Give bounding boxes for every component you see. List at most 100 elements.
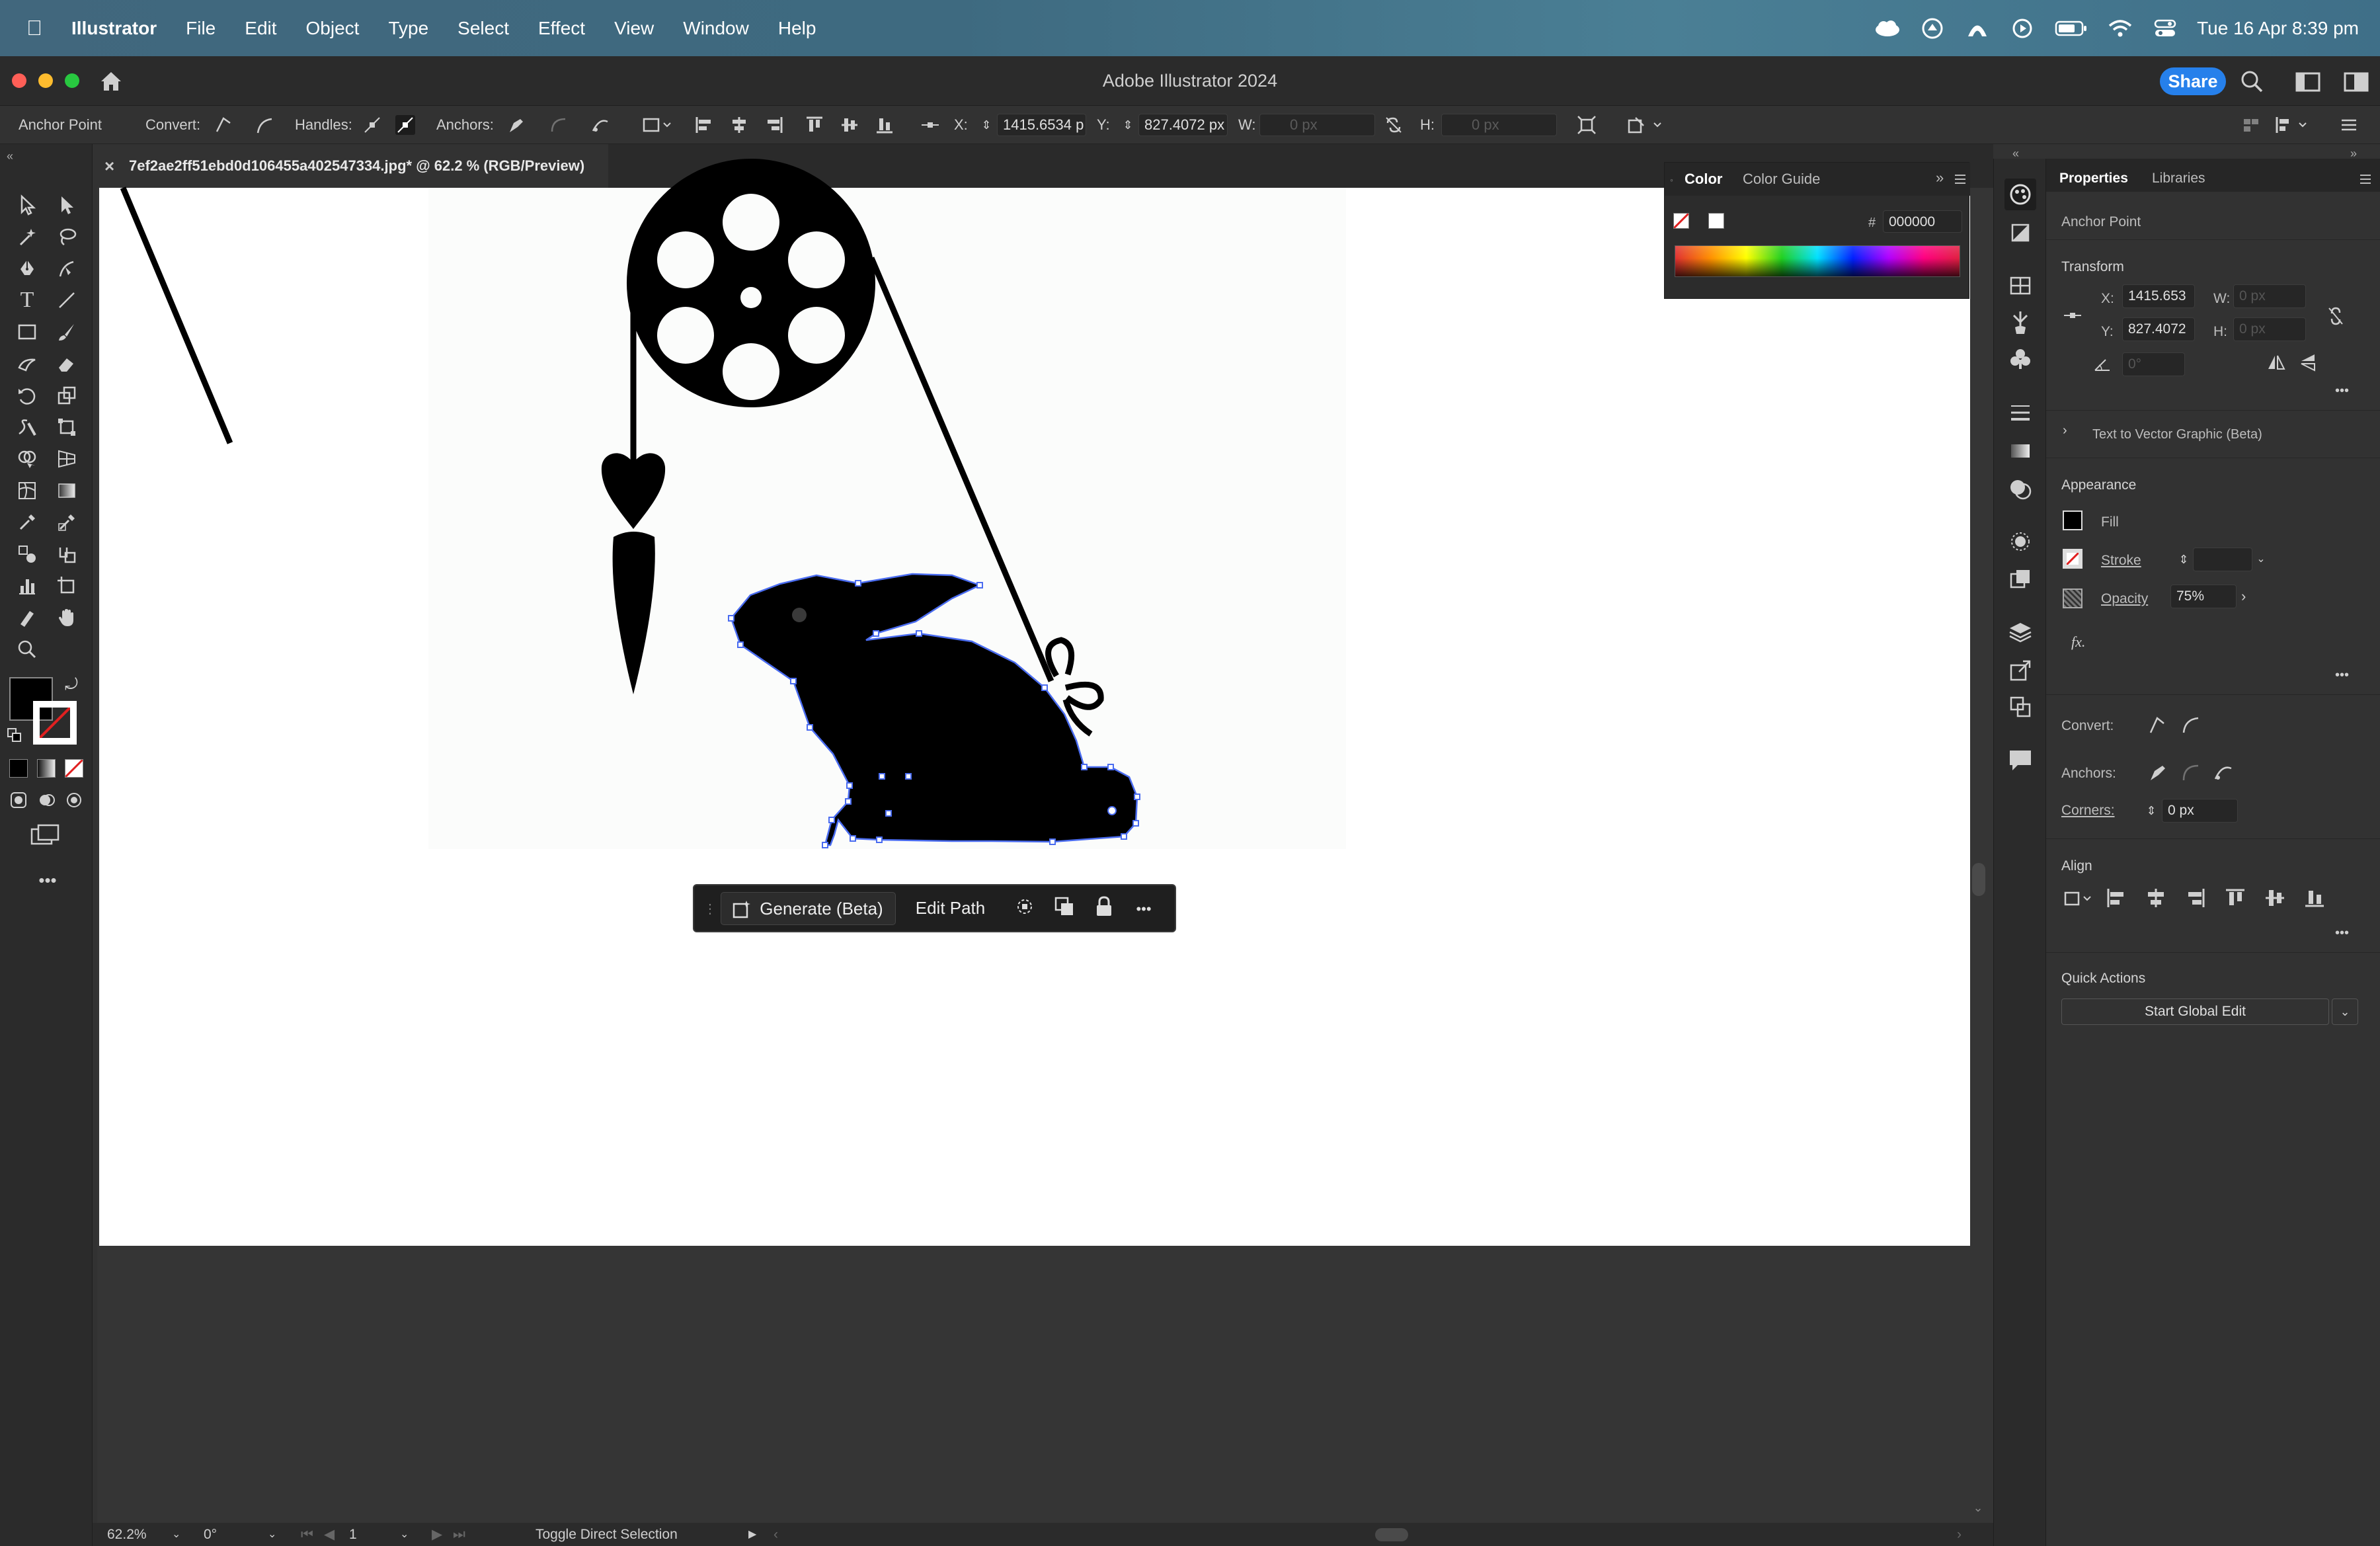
- props-convert-corner-icon[interactable]: [2145, 713, 2169, 737]
- carrot-shape[interactable]: [612, 532, 655, 694]
- more-options-icon[interactable]: •••: [1129, 895, 1158, 924]
- distribute-dropdown-icon[interactable]: [2274, 115, 2311, 135]
- collapse-strip-icon[interactable]: «: [2012, 147, 2019, 161]
- props-align-right-icon[interactable]: [2184, 886, 2207, 910]
- layers-panel-icon[interactable]: [2004, 616, 2036, 648]
- status-menu-icon[interactable]: ▶: [748, 1523, 756, 1546]
- constrain-wh-icon[interactable]: [2324, 304, 2348, 328]
- transform-w-field[interactable]: 0 px: [2233, 284, 2306, 308]
- graphic-styles-panel-icon[interactable]: [2004, 563, 2036, 595]
- rotate-angle-field[interactable]: 0°: [2122, 352, 2185, 376]
- transparency-panel-icon[interactable]: [2004, 473, 2036, 505]
- panel-grip-icon[interactable]: ◦: [1670, 175, 1673, 185]
- color-tab[interactable]: Color: [1685, 171, 1722, 188]
- rotation-dropdown-icon[interactable]: ⌄: [268, 1523, 276, 1546]
- props-connect-anchors-icon[interactable]: [2178, 760, 2202, 784]
- opacity-label[interactable]: Opacity: [2101, 591, 2148, 607]
- diagonal-line-path[interactable]: [120, 186, 233, 444]
- film-reel-shape[interactable]: [627, 159, 875, 407]
- media-play-icon[interactable]: [2009, 15, 2036, 42]
- next-artboard-icon[interactable]: ▶: [432, 1523, 442, 1546]
- stroke-label[interactable]: Stroke: [2101, 553, 2141, 569]
- stroke-weight-dropdown-icon[interactable]: ⌄: [2252, 548, 2270, 571]
- global-edit-options-icon[interactable]: ⌄: [2332, 998, 2358, 1025]
- edit-path-button[interactable]: Edit Path: [899, 892, 1002, 925]
- duplicate-icon[interactable]: [1050, 895, 1079, 924]
- scroll-left-icon[interactable]: ‹: [774, 1523, 778, 1546]
- vertical-scrollbar-thumb[interactable]: [1972, 863, 1985, 896]
- appearance-panel-icon[interactable]: [2004, 526, 2036, 557]
- previous-artboard-icon[interactable]: ◀: [324, 1523, 335, 1546]
- collapse-panel-icon[interactable]: »: [1936, 169, 1944, 186]
- swatches-panel-icon[interactable]: [2004, 270, 2036, 302]
- last-artboard-icon[interactable]: ⏭: [453, 1523, 465, 1546]
- artboard-number[interactable]: 1: [349, 1523, 357, 1546]
- comments-panel-icon[interactable]: [2004, 744, 2036, 776]
- libraries-tab[interactable]: Libraries: [2152, 171, 2205, 186]
- props-align-top-icon[interactable]: [2223, 886, 2247, 910]
- corners-label[interactable]: Corners:: [2061, 803, 2115, 819]
- text-to-vector-section[interactable]: Text to Vector Graphic (Beta): [2092, 427, 2262, 442]
- rotation-value[interactable]: 0°: [204, 1523, 217, 1546]
- workspace-switcher-icon[interactable]: [2295, 71, 2322, 93]
- properties-tab[interactable]: Properties: [2059, 171, 2128, 186]
- props-remove-anchor-icon[interactable]: [2145, 760, 2169, 784]
- scroll-right-icon[interactable]: ›: [1957, 1523, 1962, 1546]
- drag-handle-icon[interactable]: ⋮: [703, 896, 717, 922]
- control-center-icon[interactable]: [2152, 15, 2178, 42]
- opacity-slider-chevron-icon[interactable]: ›: [2241, 586, 2257, 607]
- lock-icon[interactable]: [1090, 895, 1119, 924]
- transform-x-field[interactable]: 1415.653: [2122, 284, 2195, 308]
- zoom-level[interactable]: 62.2%: [107, 1523, 147, 1546]
- props-align-left-icon[interactable]: [2104, 886, 2128, 910]
- hex-field[interactable]: 000000: [1883, 210, 1962, 233]
- stroke-panel-icon[interactable]: [2004, 397, 2036, 428]
- first-artboard-icon[interactable]: ⏮: [301, 1523, 313, 1546]
- expand-chevron-icon[interactable]: ›: [2063, 423, 2067, 438]
- artboards-panel-icon[interactable]: [2004, 691, 2036, 723]
- stroke-weight-stepper-icon[interactable]: ⇕: [2175, 546, 2192, 573]
- control-bar-menu-icon[interactable]: [2339, 115, 2359, 135]
- appearance-more-icon[interactable]: •••: [2335, 668, 2349, 683]
- artboard-dropdown-icon[interactable]: ⌄: [400, 1523, 409, 1546]
- reference-point-locator-icon[interactable]: [2063, 305, 2082, 325]
- align-more-icon[interactable]: •••: [2335, 926, 2349, 941]
- corners-field[interactable]: 0 px: [2162, 799, 2238, 823]
- export-panel-icon[interactable]: [2004, 655, 2036, 686]
- color-panel-icon[interactable]: [2004, 179, 2036, 210]
- props-align-center-icon[interactable]: [2144, 886, 2168, 910]
- menubar-clock[interactable]: Tue 16 Apr 8:39 pm: [2197, 18, 2359, 39]
- zoom-dropdown-icon[interactable]: ⌄: [172, 1523, 180, 1546]
- wifi-icon[interactable]: [2107, 15, 2133, 42]
- none-swatch[interactable]: [1673, 213, 1689, 229]
- transform-more-icon[interactable]: •••: [2335, 384, 2349, 399]
- corners-stepper-icon[interactable]: ⇕: [2143, 797, 2159, 824]
- props-align-middle-icon[interactable]: [2263, 886, 2287, 910]
- color-spectrum[interactable]: [1675, 245, 1960, 277]
- flip-vertical-icon[interactable]: [2296, 350, 2320, 374]
- gradient-panel-icon[interactable]: [2004, 435, 2036, 467]
- panel-menu-icon[interactable]: [1953, 172, 1967, 186]
- properties-menu-icon[interactable]: [2358, 172, 2373, 186]
- symbols-panel-icon[interactable]: [2004, 344, 2036, 376]
- battery-icon[interactable]: [2054, 15, 2088, 42]
- fx-effects-button[interactable]: fx.: [2071, 633, 2085, 651]
- horizontal-scrollbar-thumb[interactable]: [1375, 1528, 1408, 1541]
- share-button[interactable]: Share: [2160, 67, 2226, 95]
- heart-shape[interactable]: [601, 453, 666, 529]
- stroke-color-swatch[interactable]: [2063, 549, 2082, 569]
- white-swatch[interactable]: [1708, 213, 1724, 229]
- arrange-documents-icon[interactable]: [2344, 71, 2370, 93]
- generate-beta-button[interactable]: Generate (Beta): [721, 892, 896, 925]
- panel-collapse-icon[interactable]: [2241, 115, 2261, 135]
- props-convert-smooth-icon[interactable]: [2178, 713, 2202, 737]
- brushes-panel-icon[interactable]: [2004, 307, 2036, 339]
- opacity-field[interactable]: 75%: [2170, 585, 2237, 608]
- color-guide-panel-icon[interactable]: [2004, 217, 2036, 249]
- props-cut-path-icon[interactable]: [2211, 760, 2235, 784]
- search-icon[interactable]: [2239, 69, 2266, 95]
- flip-horizontal-icon[interactable]: [2264, 350, 2288, 374]
- transform-h-field[interactable]: 0 px: [2233, 317, 2306, 341]
- fill-color-swatch[interactable]: [2063, 510, 2082, 530]
- color-guide-tab[interactable]: Color Guide: [1743, 171, 1820, 188]
